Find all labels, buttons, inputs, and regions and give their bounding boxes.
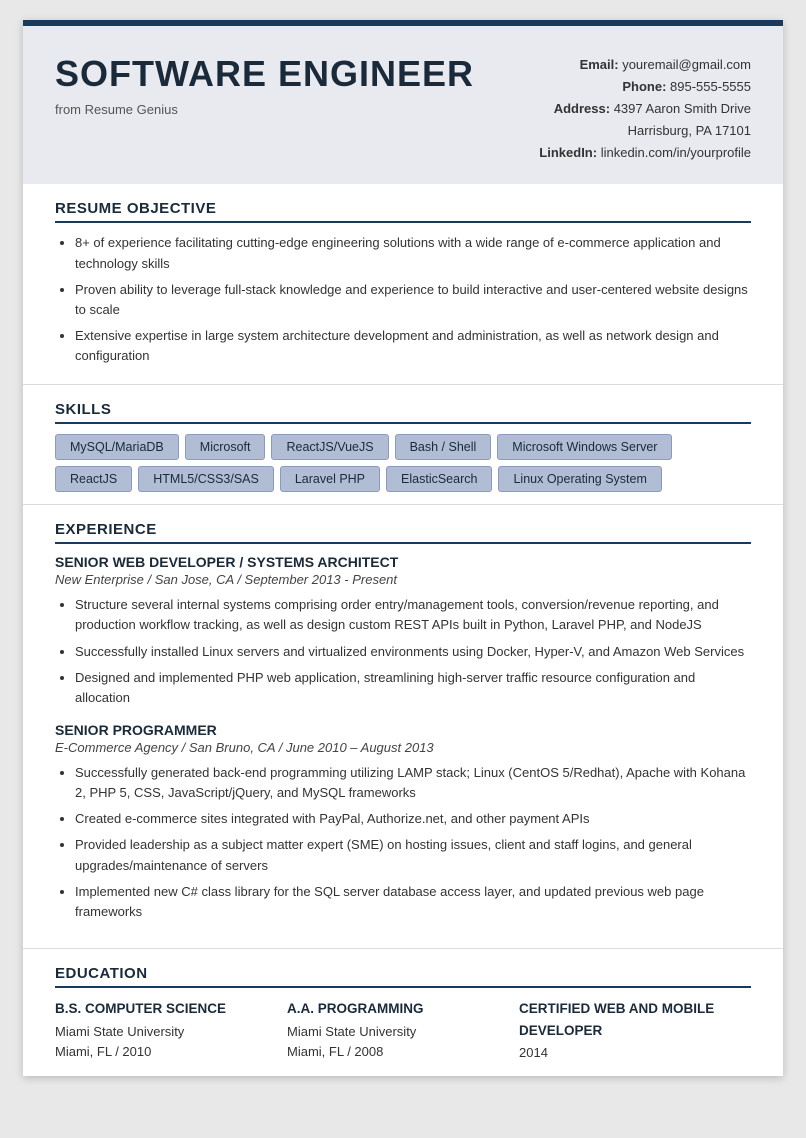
skill-tag: Linux Operating System (498, 466, 661, 492)
experience-section: EXPERIENCE SENIOR WEB DEVELOPER / SYSTEM… (23, 505, 783, 949)
edu-item-2: A.A. PROGRAMMING Miami State University … (287, 998, 519, 1064)
skill-tag: HTML5/CSS3/SAS (138, 466, 274, 492)
skills-title: SKILLS (55, 401, 751, 424)
header-left: SOFTWARE ENGINEER from Resume Genius (55, 54, 474, 117)
skill-tag: ElasticSearch (386, 466, 492, 492)
objective-item-3: Extensive expertise in large system arch… (75, 326, 751, 366)
address-line1: 4397 Aaron Smith Drive (614, 101, 751, 116)
job-block-2: SENIOR PROGRAMMER E-Commerce Agency / Sa… (55, 722, 751, 922)
job-title-2: SENIOR PROGRAMMER (55, 722, 751, 738)
job-bullet: Successfully generated back-end programm… (75, 763, 751, 803)
edu-loc-year-2: Miami, FL / 2008 (287, 1042, 519, 1063)
skill-tag: ReactJS (55, 466, 132, 492)
education-grid: B.S. COMPUTER SCIENCE Miami State Univer… (55, 998, 751, 1064)
skill-tag: Microsoft Windows Server (497, 434, 672, 460)
email-label: Email: (580, 57, 619, 72)
skill-tag: Microsoft (185, 434, 266, 460)
email-value: youremail@gmail.com (622, 57, 751, 72)
skill-tag: Bash / Shell (395, 434, 492, 460)
skill-tag: ReactJS/VueJS (271, 434, 388, 460)
job-title-1: SENIOR WEB DEVELOPER / SYSTEMS ARCHITECT (55, 554, 751, 570)
job-bullet: Provided leadership as a subject matter … (75, 835, 751, 875)
linkedin-line: LinkedIn: linkedin.com/in/yourprofile (491, 142, 751, 164)
objective-list: 8+ of experience facilitating cutting-ed… (55, 233, 751, 366)
contact-info: Email: youremail@gmail.com Phone: 895-55… (491, 54, 751, 164)
phone-label: Phone: (622, 79, 666, 94)
edu-loc-year-1: Miami, FL / 2010 (55, 1042, 287, 1063)
skills-grid: MySQL/MariaDB Microsoft ReactJS/VueJS Ba… (55, 434, 751, 492)
job-meta-1: New Enterprise / San Jose, CA / Septembe… (55, 572, 751, 587)
job-list-1: Structure several internal systems compr… (55, 595, 751, 708)
linkedin-label: LinkedIn: (539, 145, 597, 160)
edu-degree-1: B.S. COMPUTER SCIENCE (55, 998, 287, 1020)
education-section: EDUCATION B.S. COMPUTER SCIENCE Miami St… (23, 949, 783, 1076)
job-bullet: Designed and implemented PHP web applica… (75, 668, 751, 708)
job-block-1: SENIOR WEB DEVELOPER / SYSTEMS ARCHITECT… (55, 554, 751, 708)
job-bullet: Created e-commerce sites integrated with… (75, 809, 751, 829)
job-meta-2: E-Commerce Agency / San Bruno, CA / June… (55, 740, 751, 755)
objective-title: RESUME OBJECTIVE (55, 200, 751, 223)
skills-section: SKILLS MySQL/MariaDB Microsoft ReactJS/V… (23, 385, 783, 505)
job-bullet: Implemented new C# class library for the… (75, 882, 751, 922)
phone-line: Phone: 895-555-5555 (491, 76, 751, 98)
address-line2: Harrisburg, PA 17101 (628, 123, 751, 138)
edu-school-1: Miami State University (55, 1022, 287, 1043)
experience-title: EXPERIENCE (55, 521, 751, 544)
skill-tag: MySQL/MariaDB (55, 434, 179, 460)
edu-loc-year-3: 2014 (519, 1043, 751, 1064)
edu-degree-2: A.A. PROGRAMMING (287, 998, 519, 1020)
objective-item-2: Proven ability to leverage full-stack kn… (75, 280, 751, 320)
header-subtitle: from Resume Genius (55, 102, 474, 117)
edu-item-3: CERTIFIED WEB AND MOBILE DEVELOPER 2014 (519, 998, 751, 1064)
job-list-2: Successfully generated back-end programm… (55, 763, 751, 922)
phone-value: 895-555-5555 (670, 79, 751, 94)
resume-document: SOFTWARE ENGINEER from Resume Genius Ema… (23, 20, 783, 1076)
email-line: Email: youremail@gmail.com (491, 54, 751, 76)
education-title: EDUCATION (55, 965, 751, 988)
edu-school-2: Miami State University (287, 1022, 519, 1043)
edu-degree-3: CERTIFIED WEB AND MOBILE DEVELOPER (519, 998, 751, 1041)
address-line: Address: 4397 Aaron Smith Drive Harrisbu… (491, 98, 751, 142)
objective-item-1: 8+ of experience facilitating cutting-ed… (75, 233, 751, 273)
skill-tag: Laravel PHP (280, 466, 380, 492)
edu-item-1: B.S. COMPUTER SCIENCE Miami State Univer… (55, 998, 287, 1064)
job-bullet: Structure several internal systems compr… (75, 595, 751, 635)
job-title: SOFTWARE ENGINEER (55, 54, 474, 94)
objective-section: RESUME OBJECTIVE 8+ of experience facili… (23, 184, 783, 385)
linkedin-value: linkedin.com/in/yourprofile (601, 145, 751, 160)
job-bullet: Successfully installed Linux servers and… (75, 642, 751, 662)
address-label: Address: (554, 101, 610, 116)
resume-header: SOFTWARE ENGINEER from Resume Genius Ema… (23, 20, 783, 184)
